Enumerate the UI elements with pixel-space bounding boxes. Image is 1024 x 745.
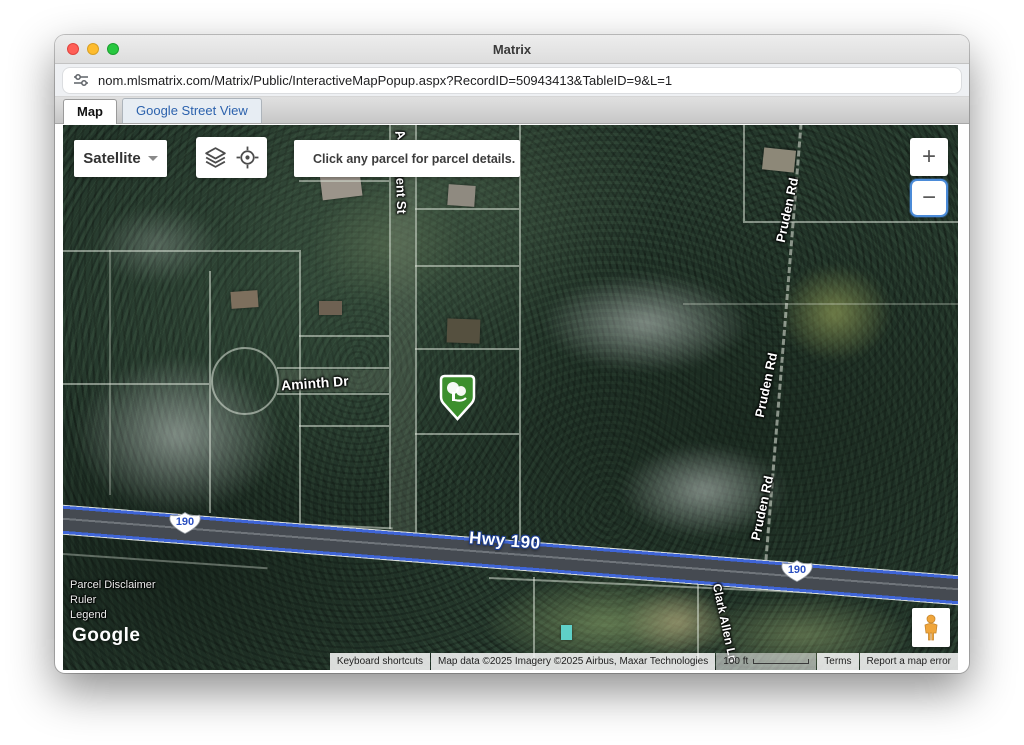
locate-icon[interactable] [235,145,260,170]
zoom-out-button[interactable]: − [910,179,948,217]
parcel-line [209,271,211,513]
zoom-in-button[interactable]: + [910,138,948,176]
parcel-line [743,125,745,221]
map-overlay-links: Parcel Disclaimer Ruler Legend [70,579,156,621]
parcel-line [277,367,389,369]
address-bar-row: nom.mlsmatrix.com/Matrix/Public/Interact… [55,64,969,97]
parcel-line [63,250,299,252]
parcel-line [683,303,958,305]
traffic-lights [67,35,119,63]
parcel-hint-banner: Click any parcel for parcel details. [294,140,520,177]
google-logo[interactable]: Google [72,625,140,647]
cloud-patch [93,205,223,285]
house-roof [230,290,258,309]
titlebar: Matrix [55,35,969,64]
swimming-pool [561,625,572,640]
parcel-line [415,265,519,267]
layers-icon[interactable] [203,145,228,170]
route-number: 190 [779,559,815,583]
parcel-line [299,180,389,182]
tab-google-street-view[interactable]: Google Street View [122,98,262,123]
scale-label: 100 ft [723,656,748,667]
parcel-line [415,348,519,350]
browser-window: Matrix nom.mlsmatrix.com/Matrix/Public/I… [55,35,969,673]
scale-bar [753,659,809,664]
site-settings-icon[interactable] [73,72,89,88]
map-type-button[interactable]: Satellite [74,140,167,177]
tab-bar: Map Google Street View [55,97,969,124]
legend-link[interactable]: Legend [70,609,156,621]
parcel-disclaimer-link[interactable]: Parcel Disclaimer [70,579,156,591]
route-190-shield: 190 [779,559,815,583]
house-roof [319,301,342,315]
report-map-error-link[interactable]: Report a map error [860,653,958,670]
parcel-line [63,383,209,385]
banner-text: Click any parcel for parcel details. [313,152,515,166]
fullscreen-button[interactable] [107,43,119,55]
scale-control: 100 ft [716,653,816,670]
route-number: 190 [167,511,203,535]
parcel-line [415,208,519,210]
parcel-line [415,125,417,535]
tab-map[interactable]: Map [63,99,117,124]
parcel-line [277,393,389,395]
route-190-shield: 190 [167,511,203,535]
zoom-controls: + − [910,138,948,217]
clearing [313,185,463,305]
address-bar[interactable]: nom.mlsmatrix.com/Matrix/Public/Interact… [63,68,961,93]
map-tools [196,137,267,178]
cloud-patch [541,273,751,373]
house-roof [447,184,475,207]
house-roof [447,318,481,343]
parcel-line [519,125,521,540]
pegman-button[interactable] [912,608,950,647]
clearing [779,265,891,361]
map-footer: Keyboard shortcuts Map data ©2025 Imager… [330,653,958,670]
minimize-button[interactable] [87,43,99,55]
pegman-icon [920,614,942,642]
map-type-label: Satellite [83,150,141,167]
terms-link[interactable]: Terms [817,653,858,670]
ruler-link[interactable]: Ruler [70,594,156,606]
close-button[interactable] [67,43,79,55]
map-canvas[interactable]: 190 190 Hwy 190 Aminth Dr A ment St Prud… [63,125,958,670]
keyboard-shortcuts-button[interactable]: Keyboard shortcuts [330,653,430,670]
map-attribution: Map data ©2025 Imagery ©2025 Airbus, Max… [431,653,715,670]
parcel-line [109,250,111,495]
cul-de-sac-outline [211,347,279,415]
url-text: nom.mlsmatrix.com/Matrix/Public/Interact… [98,73,672,88]
parcel-line [299,335,389,337]
window-title: Matrix [493,42,531,57]
house-roof [762,147,796,172]
parcel-line [743,221,958,223]
dropdown-caret-icon [148,156,158,161]
parcel-line [299,425,389,427]
parcel-line [415,433,519,435]
property-marker[interactable] [439,374,476,421]
